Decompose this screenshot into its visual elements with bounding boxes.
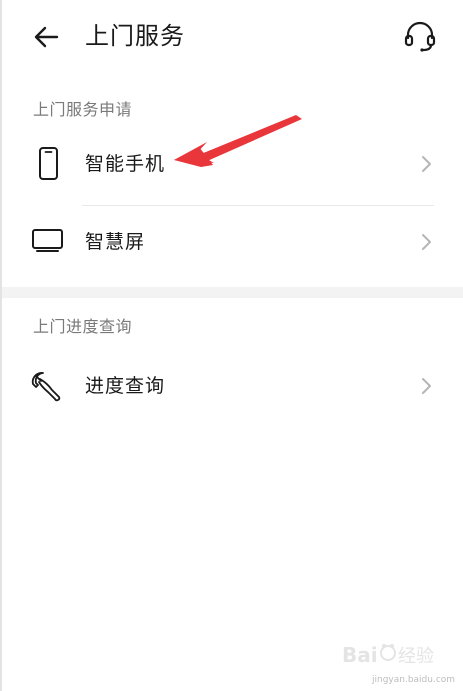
svg-text:Bai: Bai — [342, 643, 378, 667]
section-separator — [2, 287, 463, 298]
page-title: 上门服务 — [85, 22, 185, 50]
list-item-label: 智能手机 — [85, 153, 166, 175]
left-edge-border — [0, 0, 2, 691]
list-item-progress-query[interactable]: 进度查询 — [0, 360, 463, 412]
list-item-label: 进度查询 — [85, 375, 166, 397]
smart-screen-icon — [32, 229, 63, 252]
section-label-progress-query: 上门进度查询 — [33, 317, 133, 336]
headset-icon — [404, 21, 436, 52]
smartphone-icon — [39, 147, 58, 180]
list-item-label: 智慧屏 — [85, 231, 146, 253]
customer-service-button[interactable] — [402, 19, 438, 55]
divider — [82, 205, 434, 206]
top-app-bar: 上门服务 — [0, 0, 463, 72]
wrench-icon — [31, 372, 61, 402]
back-button[interactable] — [30, 20, 64, 54]
chevron-right-icon — [422, 234, 431, 250]
watermark-url: jingyan.baidu.com — [372, 675, 456, 685]
section-label-service-request: 上门服务申请 — [33, 100, 133, 119]
baidu-watermark-logo: Bai 经验 — [342, 643, 434, 667]
chevron-right-icon — [422, 378, 431, 394]
list-item-smart-screen[interactable]: 智慧屏 — [0, 216, 463, 268]
svg-text:经验: 经验 — [398, 646, 434, 667]
arrow-left-icon — [34, 26, 59, 48]
list-item-smartphone[interactable]: 智能手机 — [0, 138, 463, 190]
chevron-right-icon — [422, 156, 431, 172]
